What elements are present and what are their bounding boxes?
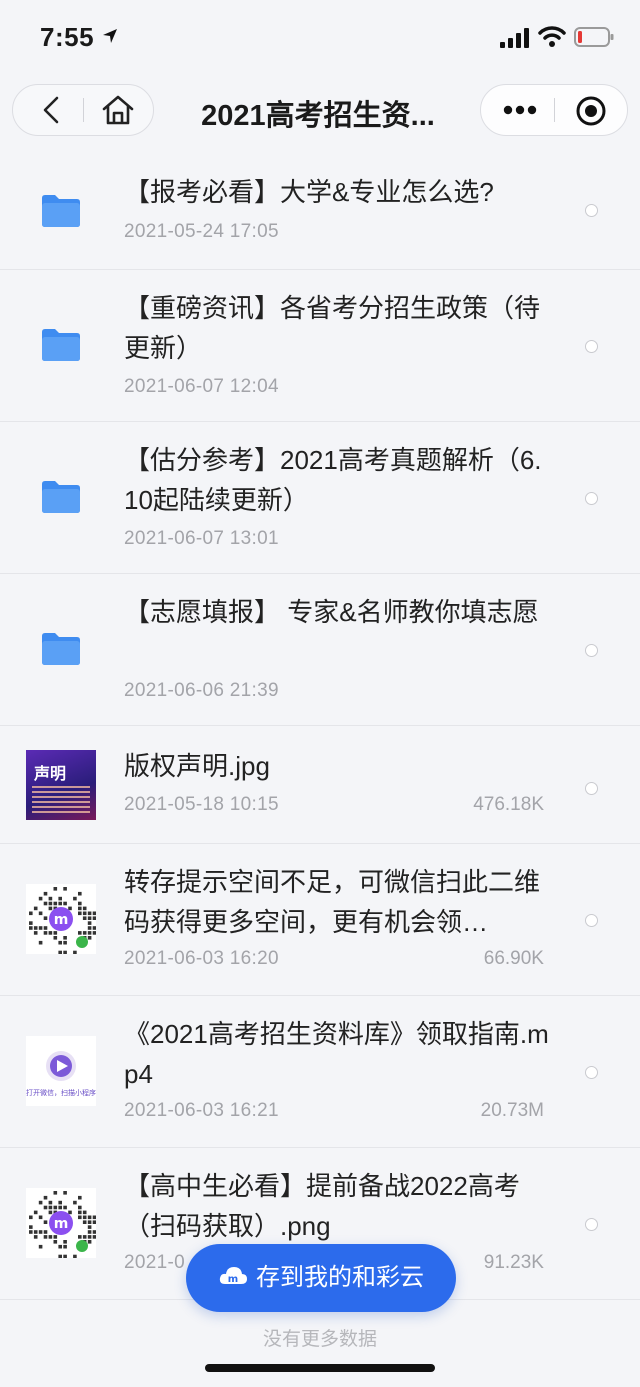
file-row[interactable]: 【估分参考】2021高考真题解析（6.10起陆续更新） 2021-06-07 13…: [0, 422, 640, 574]
file-row[interactable]: 【重磅资讯】各省考分招生政策（待更新） 2021-06-07 12:04: [0, 270, 640, 422]
file-name: 转存提示空间不足，可微信扫此二维码获得更多空间，更有机会领…: [124, 867, 541, 937]
file-name: 【高中生必看】提前备战2022高考（扫码获取）.png: [124, 1171, 520, 1241]
file-size: 66.90K: [483, 948, 544, 969]
close-miniprogram-icon[interactable]: [575, 95, 607, 127]
file-size: 20.73M: [480, 1100, 544, 1121]
file-date: 2021-05-18 10:15: [124, 794, 279, 815]
nav-divider: [554, 98, 555, 122]
file-row[interactable]: 【报考必看】大学&专业怎么选? 2021-05-24 17:05: [0, 150, 640, 270]
file-list: 【报考必看】大学&专业怎么选? 2021-05-24 17:05 【重磅资讯】各…: [0, 150, 640, 1300]
cellular-signal-icon: [500, 28, 529, 48]
thumbnail-text: 声明: [34, 766, 67, 783]
video-thumbnail: 打开微信，扫描小程序码: [26, 1036, 96, 1106]
file-name: 版权声明.jpg: [124, 751, 270, 781]
file-name: 【志愿填报】 专家&名师教你填志愿: [124, 597, 539, 627]
folder-icon: [42, 633, 80, 665]
select-radio[interactable]: [585, 1218, 598, 1231]
file-name: 【估分参考】2021高考真题解析（6.10起陆续更新）: [124, 445, 542, 515]
nav-right-capsule: [480, 84, 628, 136]
select-radio[interactable]: [585, 204, 598, 217]
no-more-data-text: 没有更多数据: [262, 1329, 377, 1350]
file-date: 2021-0: [124, 1252, 185, 1273]
folder-icon: [42, 481, 80, 513]
folder-icon: [42, 195, 80, 227]
select-radio[interactable]: [585, 914, 598, 927]
qr-code-thumbnail: m: [26, 1188, 96, 1258]
wifi-icon: [538, 26, 566, 47]
svg-text:m: m: [54, 1216, 69, 1232]
back-icon[interactable]: [37, 95, 67, 125]
home-icon[interactable]: [101, 94, 135, 126]
nav-left-capsule: [12, 84, 154, 136]
select-radio[interactable]: [585, 1066, 598, 1079]
folder-icon: [42, 329, 80, 361]
file-date: 2021-06-07 12:04: [124, 376, 279, 397]
file-date: 2021-06-03 16:21: [124, 1100, 279, 1121]
file-date: 2021-06-06 21:39: [124, 680, 279, 701]
file-date: 2021-05-24 17:05: [124, 221, 279, 242]
file-row[interactable]: m 转存提示空间不足，可微信扫此二维码获得更多空间，更有机会领… 2021-06-0…: [0, 844, 640, 996]
nav-divider: [83, 98, 84, 122]
file-date: 2021-06-03 16:20: [124, 948, 279, 969]
file-date: 2021-06-07 13:01: [124, 528, 279, 549]
file-name: 《2021高考招生资料库》领取指南.mp4: [124, 1019, 549, 1089]
screen: 7:55 2021高考招生资... 【报考必看】大学&专业怎么选? 2021-0…: [0, 0, 640, 1387]
file-row[interactable]: 【志愿填报】 专家&名师教你填志愿 2021-06-06 21:39: [0, 574, 640, 726]
select-radio[interactable]: [585, 644, 598, 657]
file-size: 476.18K: [473, 794, 544, 815]
save-to-cloud-button[interactable]: m 存到我的和彩云: [186, 1244, 456, 1312]
battery-icon: [574, 27, 614, 47]
svg-text:m: m: [228, 1274, 238, 1285]
home-indicator: [205, 1364, 435, 1372]
thumbnail-caption: 打开微信，扫描小程序码: [26, 1090, 96, 1097]
save-button-label: 存到我的和彩云: [256, 1264, 424, 1291]
location-arrow-icon: [103, 29, 117, 43]
file-row[interactable]: 打开微信，扫描小程序码 《2021高考招生资料库》领取指南.mp4 2021-06-…: [0, 996, 640, 1148]
svg-text:m: m: [54, 912, 69, 928]
select-radio[interactable]: [585, 340, 598, 353]
page-title: 2021高考招生资...: [201, 100, 435, 132]
select-radio[interactable]: [585, 492, 598, 505]
file-name: 【重磅资讯】各省考分招生政策（待更新）: [124, 293, 541, 363]
thumbnail-text-block: [32, 786, 90, 814]
select-radio[interactable]: [585, 782, 598, 795]
status-bar: 7:55: [0, 0, 640, 78]
status-time: 7:55: [40, 22, 95, 52]
more-options-icon[interactable]: [503, 103, 537, 117]
cloud-icon: m: [219, 1267, 247, 1285]
file-row[interactable]: 声明 版权声明.jpg 2021-05-18 10:15 476.18K: [0, 726, 640, 844]
qr-code-thumbnail: m: [26, 884, 96, 954]
image-thumbnail: 声明: [26, 750, 96, 820]
file-name: 【报考必看】大学&专业怎么选?: [124, 177, 494, 207]
file-size: 91.23K: [483, 1252, 544, 1273]
